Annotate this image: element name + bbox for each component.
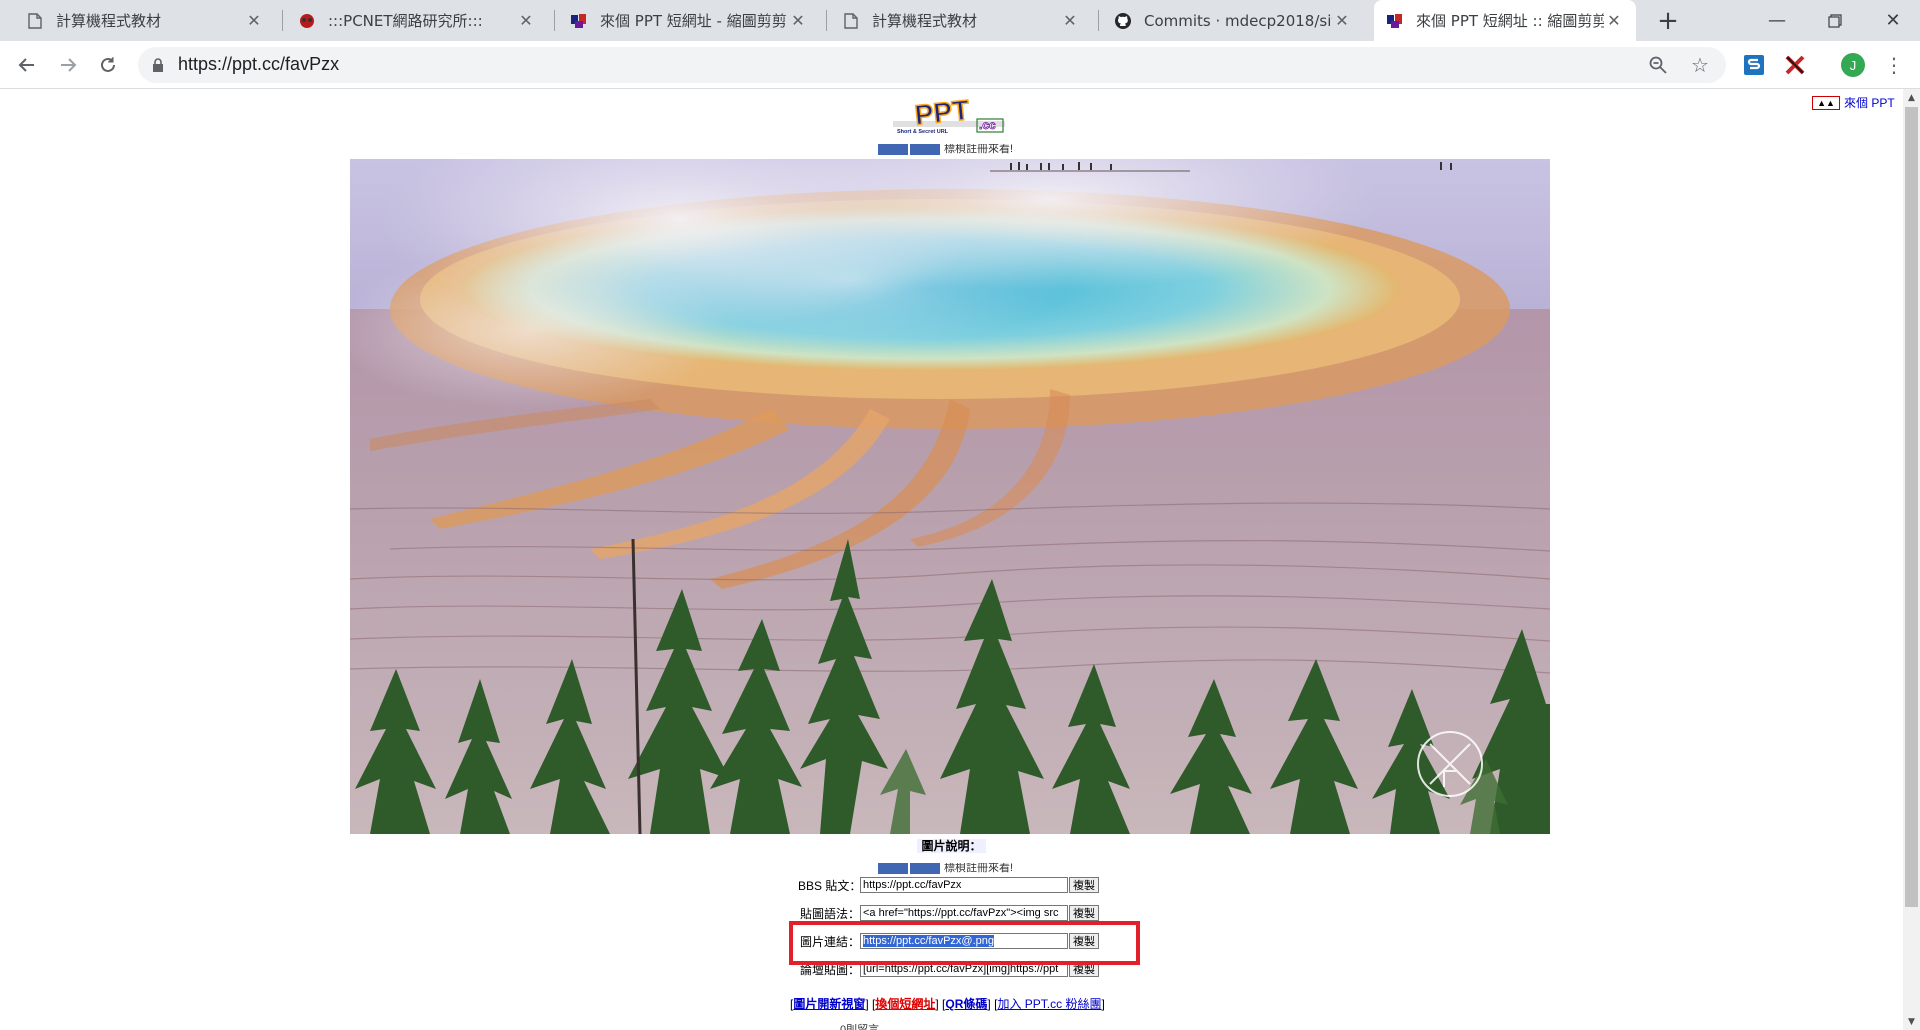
tab-title: 計算機程式教材 — [56, 12, 162, 30]
url-text: https://ppt.cc/favPzx — [178, 54, 340, 74]
action-links: [圖片開新視窗] [換個短網址] [QR條碼] [加入 PPT.cc 粉絲團] — [790, 997, 1105, 1011]
lock-icon — [153, 58, 163, 72]
browser-toolbar: https://ppt.cc/favPzx ☆ J ⋮ — [0, 41, 1920, 89]
forward-arrow-icon — [61, 58, 77, 72]
fb-share-button[interactable] — [910, 863, 940, 874]
back-arrow-icon — [18, 58, 34, 72]
tab-title: Commits · mdecp2018/site — [1144, 11, 1332, 30]
close-icon[interactable]: ✕ — [788, 11, 808, 31]
tab-1[interactable]: 計算機程式教材 ✕ — [14, 0, 276, 41]
corner-link-text: 來個 PPT — [1844, 96, 1895, 110]
restore-icon — [1828, 13, 1842, 28]
qr-code-link[interactable]: QR條碼 — [945, 997, 987, 1011]
address-bar[interactable]: https://ppt.cc/favPzx ☆ — [138, 47, 1726, 83]
svg-text:.cc: .cc — [979, 118, 996, 132]
ppt-logo[interactable]: PPT .cc Short & Secret URL — [893, 95, 1005, 139]
mini-logo-icon: ▲▲ — [1812, 95, 1840, 110]
like-bar-top[interactable]: 標梖註冊來看! — [878, 144, 1013, 155]
close-icon[interactable]: ✕ — [1060, 11, 1080, 31]
page-viewport: ▲▲ 來個 PPT PPT .cc Short & Secret URL 標梖註… — [0, 89, 1903, 1030]
scroll-down-arrow-icon[interactable]: ▼ — [1903, 1013, 1920, 1030]
extension-x-icon[interactable] — [1783, 53, 1807, 77]
copy-html-button[interactable]: 複製 — [1069, 905, 1099, 921]
tab-title: :::PCNET網路研究所::: — [328, 12, 483, 30]
forward-button[interactable] — [52, 49, 84, 81]
close-icon[interactable]: ✕ — [1332, 11, 1352, 31]
reload-button[interactable] — [92, 49, 124, 81]
scroll-up-arrow-icon[interactable]: ▲ — [1903, 89, 1920, 106]
tab-6-active[interactable]: 來個 PPT 短網址 :: 縮圖剪剪 ✕ — [1374, 0, 1636, 41]
bbs-url-field[interactable]: https://ppt.cc/favPzx — [860, 877, 1068, 893]
pcnet-icon — [298, 12, 316, 30]
tab-title: 來個 PPT 短網址 - 縮圖剪剪 — [600, 12, 787, 30]
share-row-bbs: BBS 貼文： https://ppt.cc/favPzx 複製 — [798, 875, 1099, 895]
reload-icon — [101, 57, 115, 72]
fb-like-button[interactable] — [878, 863, 908, 874]
minimize-button[interactable]: — — [1748, 0, 1806, 41]
page-icon — [842, 12, 860, 30]
fb-share-button[interactable] — [910, 144, 940, 155]
ppt-icon — [1386, 12, 1404, 30]
tab-divider — [1098, 10, 1099, 31]
restore-button[interactable] — [1806, 0, 1864, 41]
menu-icon[interactable]: ⋮ — [1882, 53, 1906, 77]
back-button[interactable] — [11, 49, 43, 81]
svg-text:PPT: PPT — [913, 95, 970, 131]
tab-title: 來個 PPT 短網址 :: 縮圖剪剪 — [1416, 12, 1604, 30]
fb-like-button[interactable] — [878, 144, 908, 155]
bookmark-star-icon[interactable]: ☆ — [1688, 53, 1712, 77]
like-text: 標梖註冊來看! — [944, 144, 1014, 155]
tab-4[interactable]: 計算機程式教材 ✕ — [830, 0, 1092, 41]
close-icon[interactable]: ✕ — [516, 11, 536, 31]
share-row-html: 貼圖語法： <a href="https://ppt.cc/favPzx"><i… — [798, 903, 1099, 923]
caption-label: 圖片說明： — [917, 839, 986, 853]
tab-divider — [826, 10, 827, 31]
tab-3[interactable]: 來個 PPT 短網址 - 縮圖剪剪 ✕ — [558, 0, 820, 41]
extension-s-icon[interactable] — [1742, 53, 1766, 77]
tab-divider — [554, 10, 555, 31]
corner-ppt-link[interactable]: ▲▲ 來個 PPT — [1812, 94, 1895, 111]
profile-avatar[interactable]: J — [1841, 53, 1865, 77]
comment-count: 0則留言 — [840, 1024, 880, 1030]
github-icon — [1114, 12, 1132, 30]
html-code-field[interactable]: <a href="https://ppt.cc/favPzx"><img src — [860, 905, 1068, 921]
ppt-icon — [570, 12, 588, 30]
page-scrollbar[interactable]: ▲ ▼ — [1903, 89, 1920, 1030]
new-tab-button[interactable]: + — [1652, 6, 1684, 36]
logo-tagline: Short & Secret URL — [897, 129, 949, 135]
close-window-button[interactable]: ✕ — [1864, 0, 1920, 41]
zoom-icon[interactable] — [1646, 53, 1670, 77]
page-icon — [26, 12, 44, 30]
scroll-thumb[interactable] — [1905, 107, 1918, 907]
close-icon[interactable]: ✕ — [244, 11, 264, 31]
html-code-label: 貼圖語法： — [799, 906, 860, 921]
fan-page-link[interactable]: 加入 PPT.cc 粉絲團 — [997, 997, 1101, 1011]
main-photo[interactable] — [350, 159, 1550, 834]
tab-title: 計算機程式教材 — [872, 12, 978, 30]
open-image-link[interactable]: 圖片開新視窗 — [793, 997, 865, 1011]
tab-divider — [282, 10, 283, 31]
copy-bbs-button[interactable]: 複製 — [1069, 877, 1099, 893]
like-text: 標梖註冊來看! — [944, 863, 1014, 874]
tab-2[interactable]: :::PCNET網路研究所::: ✕ — [286, 0, 548, 41]
tab-5[interactable]: Commits · mdecp2018/site ✕ — [1102, 0, 1364, 41]
red-highlight-box — [789, 921, 1140, 965]
close-icon[interactable]: ✕ — [1604, 11, 1624, 31]
like-bar-bottom[interactable]: 標梖註冊來看! — [878, 863, 1013, 874]
tab-strip: 計算機程式教材 ✕ :::PCNET網路研究所::: ✕ 來個 PPT 短網址 … — [0, 0, 1920, 41]
image-caption: 圖片說明： — [0, 837, 1903, 854]
change-url-link[interactable]: 換個短網址 — [875, 997, 935, 1011]
bbs-label: BBS 貼文： — [798, 878, 862, 893]
